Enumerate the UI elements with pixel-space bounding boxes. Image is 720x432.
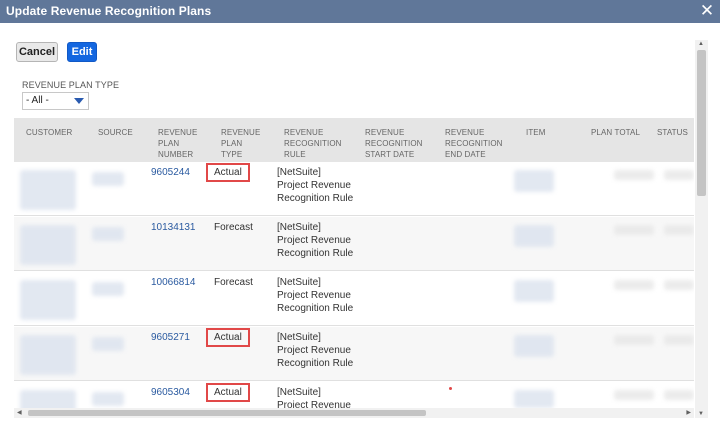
redacted-item (514, 335, 554, 357)
scroll-up-icon[interactable]: ▲ (698, 41, 704, 47)
redacted-source (92, 392, 124, 406)
cancel-button[interactable]: Cancel (16, 42, 58, 62)
redacted-customer (20, 170, 76, 210)
recognition-rule-cell: [NetSuite] Project Revenue Recognition Rul… (277, 167, 354, 204)
dialog-title: Update Revenue Recognition Plans (6, 4, 212, 18)
edit-button[interactable]: Edit (67, 42, 97, 62)
plan-type-cell: Actual (206, 163, 250, 182)
revenue-plans-grid: CUSTOMER SOURCE REVENUE PLAN NUMBER REVENU… (14, 118, 694, 408)
table-row: 10134131 Forecast [NetSuite] Project Reve… (14, 217, 694, 271)
recognition-rule-cell: [NetSuite] Project Revenue Recognition Rul… (277, 277, 354, 314)
redacted-plan-total (614, 335, 654, 345)
plan-type-cell: Actual (206, 328, 250, 347)
plan-number-link[interactable]: 10066814 (151, 276, 196, 289)
header-plan-total[interactable]: PLAN TOTAL (591, 127, 640, 138)
scroll-left-icon[interactable]: ◀ (17, 409, 22, 416)
redacted-status (664, 335, 694, 345)
plan-number-link[interactable]: 9605244 (151, 166, 190, 179)
required-indicator-icon (449, 387, 452, 390)
table-row: 10066814 Forecast [NetSuite] Project Reve… (14, 272, 694, 326)
header-plan-type[interactable]: REVENUE PLAN TYPE (221, 127, 260, 160)
revenue-plan-type-value: - All - (26, 95, 49, 106)
table-row: 9605304 Actual [NetSuite] Project Revenue (14, 382, 694, 408)
redacted-item (514, 280, 554, 302)
chevron-down-icon[interactable] (74, 98, 84, 104)
redacted-plan-total (614, 170, 654, 180)
scroll-right-icon[interactable]: ▶ (686, 409, 691, 416)
vertical-scroll-thumb[interactable] (697, 50, 706, 196)
header-customer[interactable]: CUSTOMER (26, 127, 72, 138)
redacted-customer (20, 225, 76, 265)
redacted-item (514, 390, 554, 408)
header-start-date[interactable]: REVENUE RECOGNITION START DATE (365, 127, 423, 160)
header-plan-number[interactable]: REVENUE PLAN NUMBER (158, 127, 197, 160)
redacted-customer (20, 390, 76, 408)
horizontal-scroll-thumb[interactable] (28, 410, 426, 416)
horizontal-scrollbar[interactable]: ◀ ▶ (14, 408, 694, 418)
redacted-source (92, 282, 124, 296)
header-source[interactable]: SOURCE (98, 127, 133, 138)
redacted-customer (20, 280, 76, 320)
vertical-scrollbar[interactable]: ▲ ▼ (695, 40, 708, 418)
redacted-item (514, 225, 554, 247)
revenue-plan-type-select[interactable]: - All - (22, 92, 89, 110)
redacted-item (514, 170, 554, 192)
table-row: 9605271 Actual [NetSuite] Project Revenue… (14, 327, 694, 381)
header-status[interactable]: STATUS (657, 127, 688, 138)
recognition-rule-cell: [NetSuite] Project Revenue Recognition Rul… (277, 332, 354, 369)
dialog-titlebar: Update Revenue Recognition Plans ✕ (0, 0, 720, 23)
recognition-rule-cell: [NetSuite] Project Revenue (277, 387, 351, 408)
redacted-status (664, 170, 694, 180)
plan-type-cell: Forecast (214, 222, 253, 233)
redacted-status (664, 390, 694, 400)
header-end-date[interactable]: REVENUE RECOGNITION END DATE (445, 127, 503, 160)
redacted-plan-total (614, 390, 654, 400)
plan-number-link[interactable]: 9605304 (151, 386, 190, 399)
redacted-source (92, 172, 124, 186)
redacted-source (92, 227, 124, 241)
redacted-status (664, 225, 694, 235)
redacted-plan-total (614, 225, 654, 235)
redacted-plan-total (614, 280, 654, 290)
plan-number-link[interactable]: 10134131 (151, 221, 196, 234)
redacted-customer (20, 335, 76, 375)
plan-type-cell: Actual (206, 383, 250, 402)
header-recognition-rule[interactable]: REVENUE RECOGNITION RULE (284, 127, 342, 160)
redacted-status (664, 280, 694, 290)
revenue-plan-type-label: REVENUE PLAN TYPE (22, 80, 120, 90)
scroll-down-icon[interactable]: ▼ (698, 411, 704, 417)
plan-number-link[interactable]: 9605271 (151, 331, 190, 344)
grid-header: CUSTOMER SOURCE REVENUE PLAN NUMBER REVENU… (14, 118, 694, 162)
header-item[interactable]: ITEM (526, 127, 546, 138)
recognition-rule-cell: [NetSuite] Project Revenue Recognition Rul… (277, 222, 354, 259)
redacted-source (92, 337, 124, 351)
close-icon[interactable]: ✕ (698, 1, 716, 21)
plan-type-cell: Forecast (214, 277, 253, 288)
table-row: 9605244 Actual [NetSuite] Project Revenue… (14, 162, 694, 216)
